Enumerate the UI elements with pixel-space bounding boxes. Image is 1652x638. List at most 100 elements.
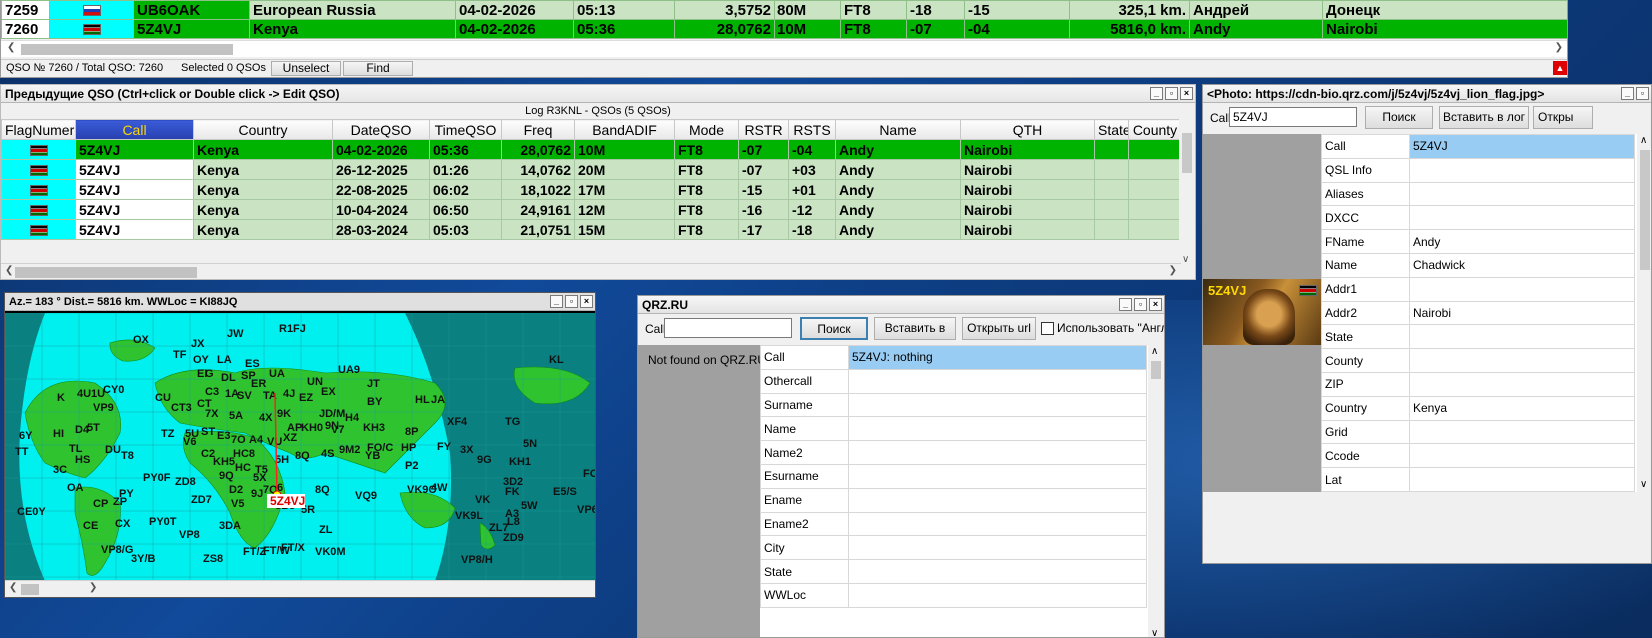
alert-up-icon[interactable]: ▲ <box>1553 61 1567 75</box>
insert-to-log-button[interactable]: Вставить в лог <box>874 317 956 356</box>
qrzru-titlebar[interactable]: QRZ.RU _ ▫ × <box>638 296 1164 314</box>
maximize-icon[interactable]: ▫ <box>1134 298 1147 311</box>
field-row[interactable]: DXCC <box>1321 205 1635 231</box>
field-row[interactable]: Call 5Z4VJ <box>1321 134 1635 159</box>
field-value[interactable]: Nairobi <box>1409 300 1635 326</box>
column-header-freq[interactable]: Freq <box>501 119 575 140</box>
previous-qso-titlebar[interactable]: Предыдущие QSO (Ctrl+click or Double cli… <box>1 85 1195 103</box>
field-value[interactable] <box>848 559 1147 584</box>
world-map[interactable]: OX JW R1FJUA9KLTFJXOY LA ESEIG DL SPERUAUN JTK 4… <box>5 313 595 581</box>
scroll-thumb[interactable] <box>21 584 39 595</box>
unselect-button[interactable]: Unselect <box>271 61 341 76</box>
field-row[interactable]: Aliases <box>1321 181 1635 207</box>
log-row[interactable]: 7260 5Z4VJ Kenya 04-02-2026 05:36 28,0762 10M F… <box>1 19 1567 39</box>
scroll-down-arrow-icon[interactable]: ∨ <box>1640 479 1647 490</box>
qrzcom-vscrollbar[interactable]: ∧ ∨ <box>1637 134 1651 492</box>
insert-to-log-button[interactable]: Вставить в лог <box>1439 106 1529 129</box>
field-row[interactable]: FName Andy <box>1321 229 1635 254</box>
field-value[interactable] <box>848 463 1147 489</box>
log-grid-hscrollbar[interactable]: ❮ ❯ <box>1 40 1567 57</box>
maximize-icon[interactable]: ▫ <box>565 295 578 308</box>
field-row[interactable]: Name <box>760 416 1147 442</box>
column-header-flagnumer[interactable]: FlagNumer <box>1 119 76 140</box>
field-row[interactable]: WWLoc <box>760 582 1147 608</box>
column-header-country[interactable]: Country <box>193 119 333 140</box>
close-icon[interactable]: × <box>1149 298 1162 311</box>
open-url-button[interactable]: Открыть url <box>962 317 1036 340</box>
field-value[interactable] <box>1409 324 1635 350</box>
field-value[interactable] <box>1409 205 1635 231</box>
field-row[interactable]: Surname <box>760 392 1147 418</box>
field-value[interactable] <box>848 416 1147 442</box>
field-value[interactable] <box>1409 348 1635 373</box>
column-header-rstr[interactable]: RSTR <box>738 119 789 140</box>
field-row[interactable]: County <box>1321 348 1635 373</box>
field-row[interactable]: Country Kenya <box>1321 395 1635 421</box>
field-value[interactable] <box>848 368 1147 394</box>
field-row[interactable]: Lat <box>1321 467 1635 492</box>
vscroll-thumb[interactable] <box>1640 150 1650 270</box>
scroll-thumb[interactable] <box>15 267 197 278</box>
maximize-icon[interactable]: ▫ <box>1165 87 1178 100</box>
vscroll-thumb[interactable] <box>1151 361 1161 379</box>
vscroll-thumb[interactable] <box>1182 133 1192 173</box>
scroll-left-arrow-icon[interactable]: ❮ <box>9 582 17 593</box>
use-english-checkbox[interactable] <box>1041 322 1054 335</box>
field-value[interactable] <box>1409 443 1635 469</box>
previous-qso-vscrollbar[interactable]: ∨ <box>1179 119 1195 265</box>
field-value[interactable] <box>1409 276 1635 302</box>
column-header-name[interactable]: Name <box>835 119 961 140</box>
field-value[interactable]: Andy <box>1409 229 1635 254</box>
scroll-thumb[interactable] <box>21 44 233 55</box>
field-row[interactable]: Name Chadwick <box>1321 252 1635 278</box>
close-icon[interactable]: × <box>580 295 593 308</box>
column-header-state[interactable]: State <box>1094 119 1129 140</box>
scroll-up-arrow-icon[interactable]: ∧ <box>1640 135 1647 146</box>
field-row[interactable]: Othercall <box>760 368 1147 394</box>
field-row[interactable]: Name2 <box>760 440 1147 465</box>
field-value[interactable] <box>1409 181 1635 207</box>
field-value[interactable]: 5Z4VJ <box>1409 134 1635 159</box>
qso-row[interactable]: 5Z4VJ Kenya 28-03-2024 05:03 21,0751 15M FT8 -1… <box>1 219 1182 240</box>
field-value[interactable] <box>1409 419 1635 445</box>
column-header-mode[interactable]: Mode <box>674 119 739 140</box>
field-value[interactable]: 5Z4VJ: nothing <box>848 345 1147 370</box>
field-value[interactable] <box>1409 467 1635 492</box>
field-value[interactable] <box>848 440 1147 465</box>
minimize-icon[interactable]: _ <box>1150 87 1163 100</box>
column-header-call[interactable]: Call <box>75 119 194 140</box>
field-value[interactable] <box>848 487 1147 513</box>
field-row[interactable]: Ename <box>760 487 1147 513</box>
log-row[interactable]: 7259 UB6OAK European Russia 04-02-2026 05:13… <box>1 0 1567 20</box>
scroll-left-arrow-icon[interactable]: ❮ <box>7 42 15 53</box>
field-row[interactable]: State <box>1321 324 1635 350</box>
scroll-down-arrow-icon[interactable]: ∨ <box>1182 254 1189 265</box>
qso-row[interactable]: 5Z4VJ Kenya 10-04-2024 06:50 24,9161 12M FT8 -1… <box>1 199 1182 220</box>
column-header-bandadif[interactable]: BandADIF <box>574 119 675 140</box>
column-header-rsts[interactable]: RSTS <box>788 119 836 140</box>
minimize-icon[interactable]: _ <box>550 295 563 308</box>
field-row[interactable]: Esurname <box>760 463 1147 489</box>
field-row[interactable]: Addr2 Nairobi <box>1321 300 1635 326</box>
field-value[interactable] <box>848 392 1147 418</box>
search-button[interactable]: Поиск <box>800 317 868 340</box>
close-icon[interactable]: × <box>1180 87 1193 100</box>
column-header-qth[interactable]: QTH <box>960 119 1095 140</box>
field-row[interactable]: State <box>760 559 1147 584</box>
field-row[interactable]: QSL Info <box>1321 157 1635 183</box>
field-value[interactable] <box>848 535 1147 561</box>
field-value[interactable] <box>1409 371 1635 397</box>
minimize-icon[interactable]: _ <box>1119 298 1132 311</box>
scroll-right-arrow-icon[interactable]: ❯ <box>1555 42 1563 53</box>
map-hscrollbar[interactable]: ❮ ❯ <box>5 580 595 597</box>
scroll-left-arrow-icon[interactable]: ❮ <box>5 265 13 276</box>
scroll-right-arrow-icon[interactable]: ❯ <box>89 582 97 593</box>
maximize-icon[interactable]: ▫ <box>1636 87 1649 100</box>
field-row[interactable]: City <box>760 535 1147 561</box>
field-row[interactable]: Call 5Z4VJ: nothing <box>760 345 1147 370</box>
qrzru-vscrollbar[interactable]: ∧ ∨ <box>1148 345 1164 637</box>
field-row[interactable]: Addr1 <box>1321 276 1635 302</box>
call-input[interactable] <box>1229 107 1357 127</box>
field-value[interactable] <box>848 582 1147 608</box>
column-header-timeqso[interactable]: TimeQSO <box>429 119 502 140</box>
